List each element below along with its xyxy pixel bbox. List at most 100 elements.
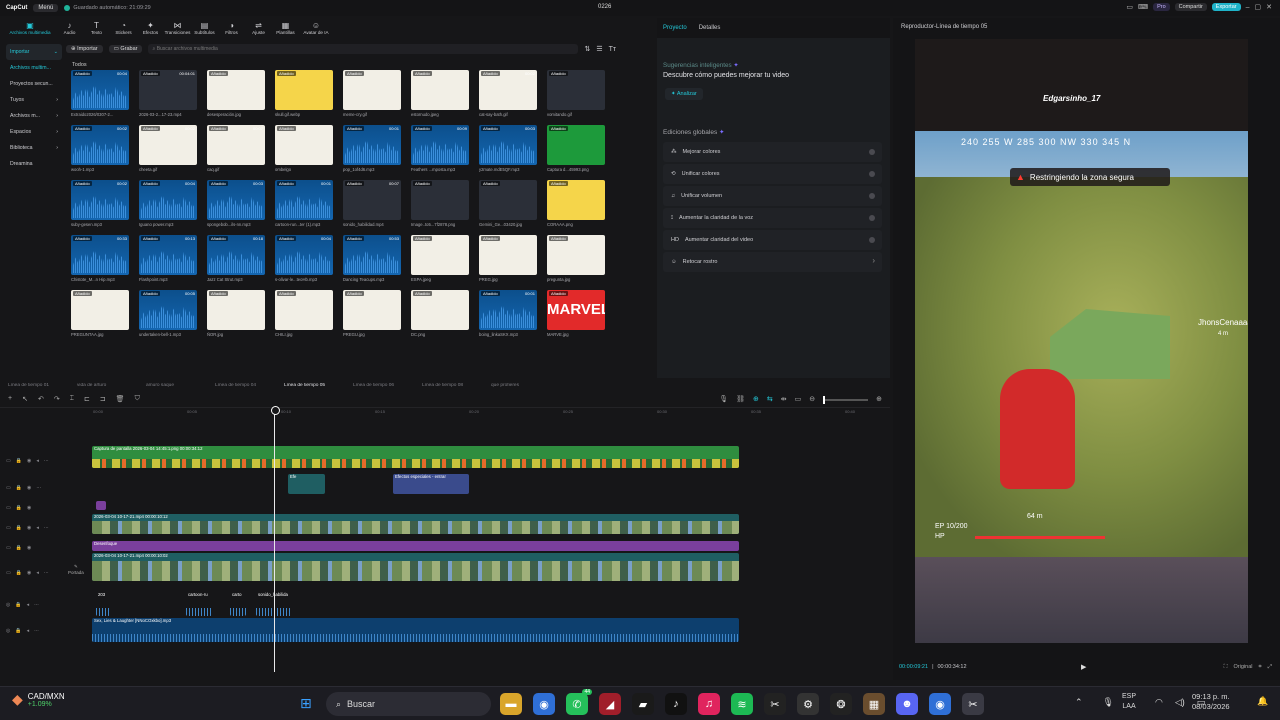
chatgpt-icon[interactable]: ❂: [830, 693, 852, 715]
audio-icon[interactable]: ◂: [36, 525, 39, 531]
tab-templates[interactable]: ▦ Plantillas: [272, 17, 299, 39]
timeline-tab[interactable]: Línea de tiempo 01: [8, 383, 77, 388]
import-button[interactable]: ⊕ Importar: [66, 45, 103, 53]
tab-ai-avatar[interactable]: ☺ Avatar de IA: [299, 17, 333, 39]
lock-icon[interactable]: 🔒: [16, 545, 22, 551]
clip-sticker[interactable]: Efe: [288, 474, 325, 494]
eye-icon[interactable]: ◉: [27, 458, 31, 464]
more-icon[interactable]: ⋯: [34, 628, 39, 634]
media-thumbnail[interactable]: Añadido: [547, 180, 605, 220]
option-unify-volume[interactable]: ♫ Unificar volumen: [663, 186, 882, 206]
media-thumbnail[interactable]: Añadido 00:02: [71, 125, 129, 165]
media-thumbnail[interactable]: Añadido 00:03: [479, 125, 537, 165]
media-thumbnail[interactable]: Añadido 00:05: [139, 290, 197, 330]
media-item[interactable]: Añadido ESPA.jpeg: [411, 235, 469, 282]
media-item[interactable]: Añadido 00:09 Feathers ...mposta.mp3: [411, 125, 469, 172]
shield-icon[interactable]: ⛉: [135, 395, 140, 403]
media-item[interactable]: Añadido DC.png: [411, 290, 469, 337]
media-item[interactable]: Añadido 00:01 cartoon-run...ter (1).mp3: [275, 180, 333, 227]
more-icon[interactable]: ⋯: [44, 525, 49, 531]
media-thumbnail[interactable]: Añadido 00:03: [207, 180, 265, 220]
media-thumbnail[interactable]: Añadido: [275, 125, 333, 165]
export-button[interactable]: Exportar: [1211, 3, 1241, 11]
lock-icon[interactable]: 🔒: [15, 628, 21, 634]
media-thumbnail[interactable]: Añadido: [207, 290, 265, 330]
wifi-icon[interactable]: ◠: [1155, 697, 1163, 708]
maximize-icon[interactable]: ▢: [1255, 3, 1262, 11]
media-thumbnail[interactable]: Añadido 00:07: [343, 180, 401, 220]
media-thumbnail[interactable]: Añadido 00:09: [411, 125, 469, 165]
media-item[interactable]: Añadido 00:13 Flashpoint.mp3: [139, 235, 197, 282]
eye-icon[interactable]: ◉: [27, 570, 31, 576]
media-thumbnail[interactable]: Añadido: [343, 290, 401, 330]
media-item[interactable]: Añadido 00:18 Jazz Cat Strut.mp3: [207, 235, 265, 282]
media-item[interactable]: Añadido 00:03 y2mate.mdE5QF.mp3: [479, 125, 537, 172]
tab-adjust[interactable]: ⇌ Ajuste: [245, 17, 272, 39]
more-icon[interactable]: ⋯: [44, 570, 49, 576]
windows-start-icon[interactable]: ⊞: [300, 695, 312, 712]
tab-transitions[interactable]: ⋈ Transiciones: [164, 17, 191, 39]
eye-icon[interactable]: ◉: [27, 505, 31, 511]
chrome-profile-icon[interactable]: ◉: [929, 693, 951, 715]
media-thumbnail[interactable]: Añadido 00:01: [479, 290, 537, 330]
caption-icon[interactable]: ▭: [795, 395, 802, 403]
media-item[interactable]: Añadido 00:01 boing_linkaSKX.mp3: [479, 290, 537, 337]
tab-text[interactable]: T Texto: [83, 17, 110, 39]
sidebar-item-import[interactable]: Importar ⌄: [6, 44, 62, 60]
clip-effect[interactable]: Efectos especiales - entrar: [393, 474, 469, 494]
lock-icon[interactable]: 🔒: [16, 458, 22, 464]
timeline-tab[interactable]: Línea de tiempo 06: [353, 383, 422, 388]
media-item[interactable]: Añadido PREGUNTAA.jpg: [71, 290, 129, 337]
audio-icon[interactable]: ◂: [36, 458, 39, 464]
sidebar-item-files[interactable]: Archivos m... ›: [6, 108, 62, 124]
more-icon[interactable]: ⋯: [44, 458, 49, 464]
media-item[interactable]: Añadido ÑOR.jpg: [207, 290, 265, 337]
discord-icon[interactable]: ☻: [896, 693, 918, 715]
media-item[interactable]: Añadido 00:01 pop_1of4d6.mp3: [343, 125, 401, 172]
volume-icon[interactable]: ◁): [1175, 697, 1185, 708]
media-item[interactable]: Añadido MARVEL MARVE.jpg: [547, 290, 605, 337]
video-preview[interactable]: Edgarsinho_17 240 255 W 285 300 NW 330 3…: [915, 39, 1248, 643]
music-app-icon[interactable]: ♫: [698, 693, 720, 715]
tab-subtitles[interactable]: ▤ Subtítulos: [191, 17, 218, 39]
whatsapp-icon[interactable]: ✆ 44: [566, 689, 592, 715]
capcut-active-icon[interactable]: ✂: [962, 693, 984, 715]
sort-icon[interactable]: ⇅: [584, 45, 590, 53]
spotify-icon[interactable]: ≋: [731, 693, 753, 715]
media-item[interactable]: Añadido Captura d...45993.png: [547, 125, 605, 172]
notifications-icon[interactable]: 🔔: [1257, 696, 1268, 707]
media-item[interactable]: Añadido desesperación.jpg: [207, 70, 265, 117]
timeline-tab[interactable]: amuro saque: [146, 383, 215, 388]
clip-blur[interactable]: Desenfoque: [92, 541, 739, 551]
sidebar-item-subprojects[interactable]: Proyectos secun...: [6, 76, 62, 92]
media-thumbnail[interactable]: Añadido 00:04: [139, 180, 197, 220]
timeline-ruler[interactable]: 00:00 00:05 00:10 00:15 00:20 00:25 00:30 00:35…: [93, 408, 883, 416]
lock-icon[interactable]: 🔒: [16, 570, 22, 576]
layout-icon[interactable]: ▭: [1126, 3, 1133, 11]
undo-icon[interactable]: ↶: [38, 395, 44, 403]
tab-project[interactable]: Proyecto: [663, 25, 687, 31]
timeline-tab[interactable]: Línea de tiempo 04: [215, 383, 284, 388]
play-icon[interactable]: ▶: [1081, 663, 1086, 671]
clip-small-effect[interactable]: [96, 501, 106, 510]
media-thumbnail[interactable]: Añadido: [411, 180, 469, 220]
redo-icon[interactable]: ↷: [54, 395, 60, 403]
media-thumbnail[interactable]: Añadido 00:04: [275, 235, 333, 275]
media-item[interactable]: Añadido estornudo.jpeg: [411, 70, 469, 117]
clip-audio-2[interactable]: cartoon-ru: [186, 592, 212, 616]
media-thumbnail[interactable]: Añadido: [411, 70, 469, 110]
media-thumbnail[interactable]: Añadido 00:18: [207, 235, 265, 275]
ratio-button[interactable]: Original: [1234, 664, 1253, 671]
media-thumbnail[interactable]: Añadido 00:01: [343, 125, 401, 165]
pro-button[interactable]: Pro: [1153, 3, 1170, 11]
media-item[interactable]: Añadido Gemini_Ge...03420.jpg: [479, 180, 537, 227]
media-thumbnail[interactable]: Añadido: [547, 125, 605, 165]
tiktok-icon[interactable]: ♪: [665, 693, 687, 715]
media-item[interactable]: Añadido meme-cry.gif: [343, 70, 401, 117]
tab-effects[interactable]: ✦ Efectos: [137, 17, 164, 39]
media-thumbnail[interactable]: Añadido: [547, 235, 605, 275]
zoom-in-icon[interactable]: ⊕: [876, 395, 882, 403]
share-button[interactable]: Compartir: [1174, 3, 1207, 11]
shortcut-icon[interactable]: ⌨: [1138, 3, 1148, 11]
crop-icon[interactable]: ⌗: [1258, 664, 1261, 671]
